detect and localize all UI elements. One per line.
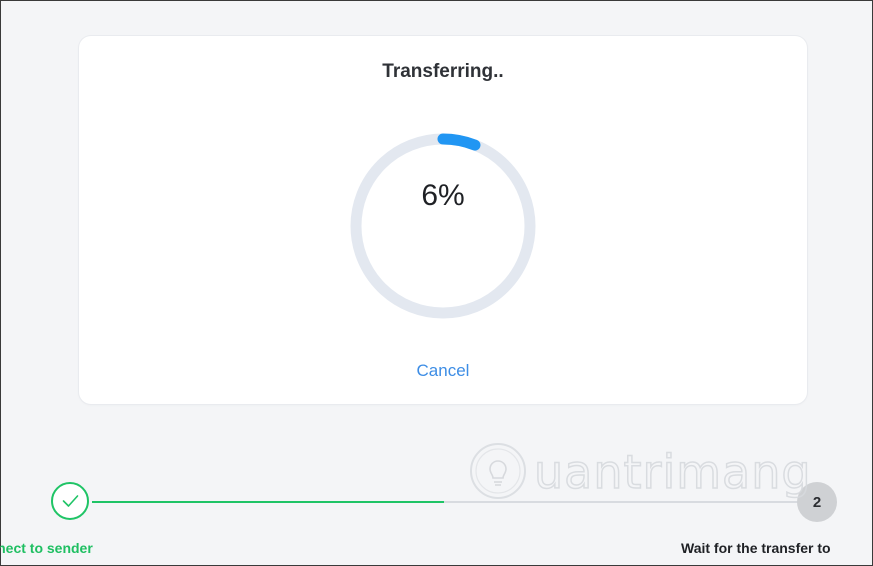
transfer-card: Transferring.. 6% Cancel [79, 36, 807, 404]
step2-indicator: 2 [797, 482, 837, 522]
step-connector-pending [444, 501, 800, 503]
check-icon [62, 495, 79, 507]
transfer-title: Transferring.. [382, 61, 504, 82]
stepper: onnect to sender 2 Wait for the transfer… [0, 470, 873, 566]
step1-indicator [51, 482, 89, 520]
progress-percent: 6% [421, 179, 465, 212]
step2-label: Wait for the transfer to [681, 540, 831, 556]
step-connector-complete [92, 501, 444, 503]
cancel-button-wrap: Cancel [79, 361, 807, 381]
step1-label: onnect to sender [0, 540, 93, 556]
cancel-button[interactable]: Cancel [417, 361, 470, 380]
